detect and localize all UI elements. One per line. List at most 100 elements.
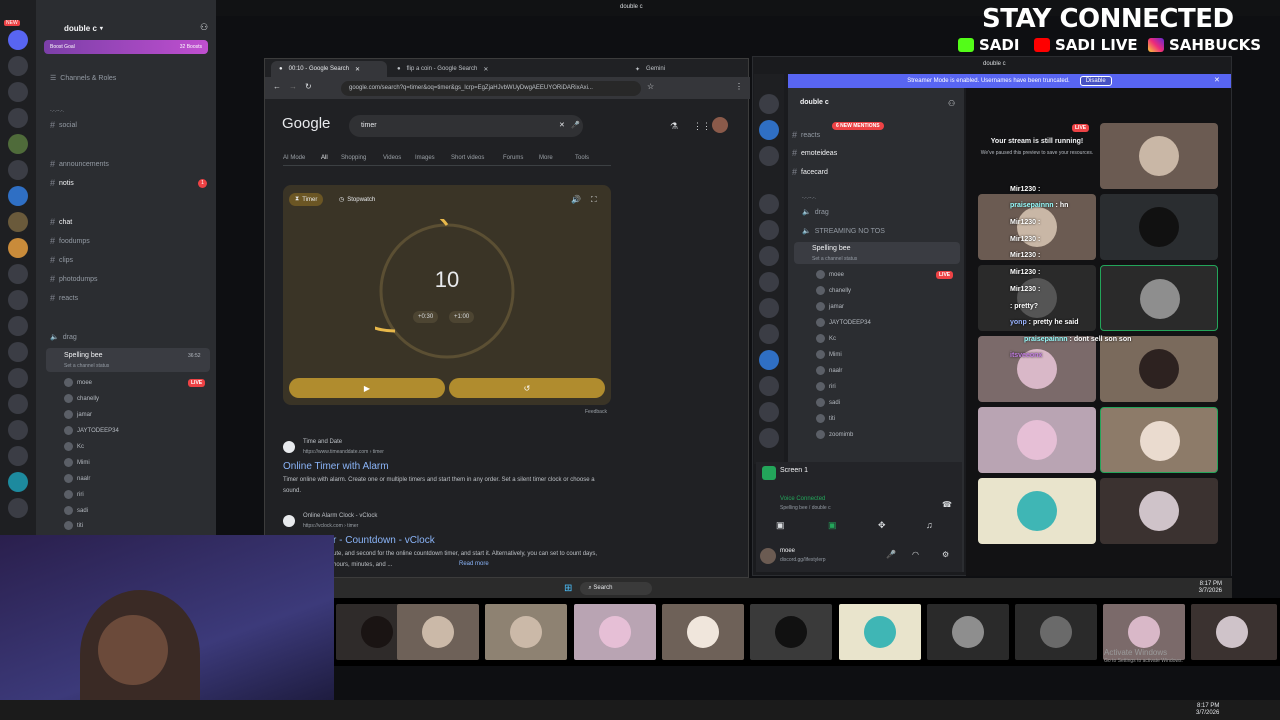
stream-thumbnail[interactable] [662,604,744,660]
voice-channel-streaming[interactable]: 🔈 STREAMING NO TOS [802,224,885,238]
screen-share-icon[interactable]: ▣ [828,520,837,531]
channel-item[interactable]: # reacts [792,128,820,142]
stream-thumbnail[interactable] [1015,604,1097,660]
apps-icon[interactable]: ⋮⋮ [693,121,711,132]
add-1m-button[interactable]: +1:00 [449,311,475,323]
server-header[interactable]: double c ▾ [36,18,216,38]
stream-thumbnail[interactable] [1191,604,1277,660]
tab-short-videos[interactable]: Short videos [451,155,484,161]
stream-tile[interactable] [1100,123,1218,189]
server-icon[interactable] [8,82,28,102]
gear-icon[interactable]: ⚙ [942,550,949,559]
channels-roles[interactable]: ☰ Channels & Roles [50,71,116,85]
channel-item[interactable]: # social [50,118,77,132]
voice-channel-drag[interactable]: 🔈 drag [802,205,829,219]
soundboard-icon[interactable]: ♫ [926,520,933,530]
disconnect-icon[interactable]: ☎ [942,500,952,509]
result-url[interactable]: https://www.timeanddate.com › timer [303,449,384,455]
boost-goal-bar[interactable]: Boost Goal 32 Boosts [44,40,208,54]
tab-ai-mode[interactable]: AI Mode [283,155,305,161]
disable-button[interactable]: Disable [1079,76,1112,86]
channel-item[interactable]: # photodumps [50,272,98,286]
voice-user[interactable]: naalr [64,474,90,483]
server-icon[interactable] [759,324,779,344]
tab-all[interactable]: All [321,155,328,161]
server-icon[interactable] [8,342,28,362]
close-icon[interactable]: ✕ [1214,76,1220,84]
voice-user[interactable]: Kc [816,334,836,343]
tab-flip-coin[interactable]: ● flip a coin - Google Search ✕ [389,61,505,77]
result-url[interactable]: https://vclock.com › timer [303,523,358,529]
result-title-link[interactable]: Online Timer with Alarm [283,461,389,472]
server-icon[interactable] [8,160,28,180]
labs-icon[interactable]: ⚗ [670,121,678,132]
voice-user[interactable]: Kc [64,442,84,451]
voice-user[interactable]: chanelly [64,394,99,403]
windows-start-icon[interactable]: ⊞ [564,583,572,594]
category-header[interactable]: -.-.--.-. [802,191,816,205]
channel-item[interactable]: # reacts [50,291,78,305]
server-icon[interactable] [8,420,28,440]
stream-tile[interactable] [1100,336,1218,402]
tab-more[interactable]: More [539,155,553,161]
stream-thumbnail[interactable] [927,604,1009,660]
server-icon[interactable] [759,194,779,214]
stream-thumbnail[interactable] [839,604,921,660]
headphones-icon[interactable]: ◠ [912,550,919,559]
feedback-link[interactable]: Feedback [585,409,607,415]
server-icon[interactable] [8,134,28,154]
server-icon[interactable] [8,446,28,466]
stream-tile[interactable] [1100,407,1218,473]
server-icon[interactable] [759,402,779,422]
server-icon[interactable] [759,246,779,266]
channel-item[interactable]: # emoteideas [792,146,837,160]
menu-icon[interactable]: ⋮ [735,82,743,91]
stream-tile[interactable] [1100,478,1218,544]
avatar[interactable] [760,548,776,564]
stream-thumbnail[interactable] [485,604,567,660]
active-voice-channel[interactable]: Spelling bee Set a channel status [794,242,960,264]
voice-user[interactable]: jamar [816,302,844,311]
server-icon[interactable] [8,30,28,50]
camera-icon[interactable]: ▣ [776,520,785,531]
stream-tile[interactable] [978,407,1096,473]
active-voice-channel[interactable]: Spelling bee 36:52 Set a channel status [46,348,210,372]
channel-item[interactable]: # clips [50,253,73,267]
channel-item[interactable]: # foodumps [50,234,90,248]
reload-icon[interactable]: ↻ [305,82,312,91]
voice-user[interactable]: moee LIVE [64,378,206,387]
channel-item[interactable]: # announcements [50,157,109,171]
channel-item[interactable]: # facecard [792,165,828,179]
voice-user[interactable]: naalr [816,366,842,375]
add-member-icon[interactable]: ⚇ [948,99,955,108]
stopwatch-tab[interactable]: ◷ Stopwatch [339,196,375,204]
voice-user[interactable]: JAYTODEEP34 [816,318,871,327]
tab-forums[interactable]: Forums [503,155,523,161]
stream-thumbnail[interactable] [397,604,479,660]
server-icon[interactable] [8,368,28,388]
new-mentions-badge[interactable]: 6 NEW MENTIONS [832,122,884,130]
server-icon[interactable] [8,108,28,128]
server-icon[interactable] [8,290,28,310]
volume-icon[interactable]: 🔊 [571,195,581,204]
clock[interactable]: 8:17 PM 3/7/2026 [1199,581,1222,595]
voice-user[interactable]: zoomimb [816,430,853,439]
server-icon[interactable] [8,264,28,284]
server-icon[interactable] [8,394,28,414]
server-icon[interactable] [8,56,28,76]
reset-button[interactable]: ↺ [449,378,605,398]
add-30s-button[interactable]: +0:30 [413,311,439,323]
microphone-icon[interactable]: 🎤 [886,550,896,559]
tab-shopping[interactable]: Shopping [341,155,366,161]
server-icon[interactable] [759,220,779,240]
server-icon[interactable] [759,376,779,396]
bookmark-icon[interactable]: ☆ [647,82,654,91]
taskbar-search[interactable]: ⌕ Search [580,581,653,595]
add-member-icon[interactable]: ⚇ [200,22,208,33]
google-logo[interactable]: Google [282,115,330,132]
server-icon[interactable] [8,238,28,258]
voice-user[interactable]: chanelly [816,286,851,295]
voice-user[interactable]: Mimi [816,350,842,359]
server-icon[interactable] [759,94,779,114]
voice-user[interactable]: moee LIVE [816,270,954,279]
